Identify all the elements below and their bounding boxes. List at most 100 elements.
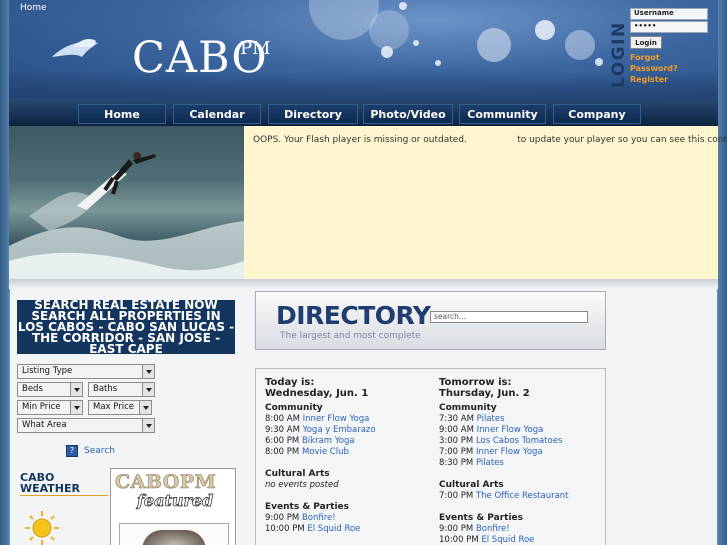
logo-pm[interactable]: PM xyxy=(240,38,271,59)
surfer-photo xyxy=(9,126,244,279)
event-link[interactable]: Yoga y Embarazo xyxy=(303,425,376,435)
list-item: 9:00 AM Inner Flow Yoga xyxy=(439,425,609,436)
tomorrow-arts-label: Cultural Arts xyxy=(439,480,504,490)
decor-bubble xyxy=(565,30,595,60)
password-field[interactable]: ••••• xyxy=(630,21,708,33)
event-link[interactable]: El Squid Roe xyxy=(307,524,360,534)
chevron-down-icon xyxy=(142,365,154,378)
today-community-label: Community xyxy=(265,403,323,413)
nav-directory[interactable]: Directory xyxy=(268,104,358,124)
list-item: 9:00 PM Bonfire! xyxy=(439,524,609,535)
decor-bubble xyxy=(435,60,441,66)
main-nav: Home Calendar Directory Photo/Video Comm… xyxy=(9,98,718,126)
flash-update-link[interactable]: Click here xyxy=(470,135,515,145)
today-arts-empty: no events posted xyxy=(265,480,339,490)
tomorrow-label: Tomorrow is: xyxy=(439,377,512,388)
flash-text-after: to update your player so you can see thi… xyxy=(517,135,727,145)
today-arts-label: Cultural Arts xyxy=(265,469,330,479)
nav-photo-video[interactable]: Photo/Video xyxy=(363,104,453,124)
decor-bubble xyxy=(413,40,419,46)
decor-bubble xyxy=(381,46,393,58)
decor-bubble xyxy=(595,58,603,66)
event-link[interactable]: The Office Restaurant xyxy=(476,491,569,501)
register-link[interactable]: Register xyxy=(630,74,710,85)
what-area-value: What Area xyxy=(22,420,67,430)
event-time: 8:30 PM xyxy=(439,458,474,468)
list-item: 9:00 PM Bonfire! xyxy=(265,513,435,524)
real-estate-banner[interactable]: SEARCH REAL ESTATE NOW SEARCH ALL PROPER… xyxy=(17,299,235,355)
event-time: 9:30 AM xyxy=(265,425,300,435)
login-links: Forgot Password? Register xyxy=(630,52,710,85)
event-link[interactable]: Movie Club xyxy=(302,447,349,457)
surfer-illustration xyxy=(9,152,244,279)
events-today: Today is: Wednesday, Jun. 1 Community 8:… xyxy=(265,377,435,535)
event-link[interactable]: Bonfire! xyxy=(302,513,336,523)
flash-message: OOPS. Your Flash player is missing or ou… xyxy=(253,135,727,145)
list-item: 8:00 PM Movie Club xyxy=(265,447,435,458)
list-item: 3:00 PM Los Cabos Tomatoes xyxy=(439,436,609,447)
chevron-down-icon xyxy=(142,383,154,396)
list-item: 9:30 AM Yoga y Embarazo xyxy=(265,425,435,436)
event-time: 6:00 PM xyxy=(265,436,300,446)
search-link[interactable]: Search xyxy=(84,446,115,456)
event-time: 7:00 PM xyxy=(439,447,474,457)
min-price-select[interactable]: Min Price xyxy=(17,400,83,415)
divider-shadow xyxy=(9,279,718,289)
beds-select[interactable]: Beds xyxy=(17,382,83,397)
listing-type-select[interactable]: Listing Type xyxy=(17,364,155,379)
list-item: 10:00 PM El Squid Roe xyxy=(439,535,609,545)
login-vertical-label: LOGIN xyxy=(609,21,629,88)
event-link[interactable]: Inner Flow Yoga xyxy=(476,447,543,457)
event-link[interactable]: Pilates xyxy=(476,458,504,468)
event-time: 8:00 PM xyxy=(265,447,300,457)
nav-company[interactable]: Company xyxy=(553,104,641,124)
baths-value: Baths xyxy=(93,384,118,394)
event-link[interactable]: Bonfire! xyxy=(476,524,510,534)
featured-photo xyxy=(142,530,206,545)
directory-subtitle: The largest and most complete xyxy=(280,331,421,341)
what-area-select[interactable]: What Area xyxy=(17,418,155,433)
featured-title: CABOPM xyxy=(115,471,217,494)
event-link[interactable]: Pilates xyxy=(477,414,505,424)
dolphin-moon-logo-icon[interactable] xyxy=(52,17,124,91)
directory-search-input[interactable]: search... xyxy=(430,311,588,323)
chevron-down-icon xyxy=(139,401,151,414)
today-label: Today is: xyxy=(265,377,315,388)
chevron-down-icon xyxy=(70,401,82,414)
list-item: 10:00 PM El Squid Roe xyxy=(265,524,435,535)
tomorrow-parties-label: Events & Parties xyxy=(439,513,524,523)
event-link[interactable]: Bikram Yoga xyxy=(302,436,355,446)
events-tomorrow: Tomorrow is: Thursday, Jun. 2 Community … xyxy=(439,377,609,545)
events-widget: Today is: Wednesday, Jun. 1 Community 8:… xyxy=(255,368,606,545)
search-icon[interactable]: ? xyxy=(66,445,78,457)
baths-select[interactable]: Baths xyxy=(88,382,155,397)
login-button[interactable]: Login xyxy=(630,36,662,49)
username-field[interactable]: Username xyxy=(630,8,708,20)
login-form: Username ••••• Login Forgot Password? Re… xyxy=(630,8,710,85)
event-time: 9:00 PM xyxy=(439,524,474,534)
event-link[interactable]: Inner Flow Yoga xyxy=(303,414,370,424)
decor-bubble xyxy=(535,20,555,40)
flash-text-before: OOPS. Your Flash player is missing or ou… xyxy=(253,135,467,145)
event-link[interactable]: Inner Flow Yoga xyxy=(477,425,544,435)
nav-community[interactable]: Community xyxy=(459,104,546,124)
decor-bubble xyxy=(369,10,409,50)
nav-calendar[interactable]: Calendar xyxy=(173,104,261,124)
min-price-value: Min Price xyxy=(22,402,61,412)
featured-subtitle: featured xyxy=(137,491,214,511)
event-time: 8:00 AM xyxy=(265,414,300,424)
event-time: 9:00 PM xyxy=(265,513,300,523)
event-time: 9:00 AM xyxy=(439,425,474,435)
home-link[interactable]: Home xyxy=(20,3,47,13)
nav-home[interactable]: Home xyxy=(78,104,166,124)
forgot-password-link[interactable]: Forgot Password? xyxy=(630,52,686,74)
directory-title[interactable]: DIRECTORY xyxy=(276,301,431,330)
event-link[interactable]: Los Cabos Tomatoes xyxy=(476,436,562,446)
max-price-select[interactable]: Max Price xyxy=(88,400,152,415)
event-time: 10:00 PM xyxy=(265,524,305,534)
sun-icon xyxy=(25,511,59,545)
featured-box[interactable]: CABOPM featured xyxy=(110,468,236,545)
login-vertical-text: LOGIN xyxy=(609,21,629,88)
event-link[interactable]: El Squid Roe xyxy=(481,535,534,545)
directory-widget: DIRECTORY The largest and most complete … xyxy=(255,291,606,350)
